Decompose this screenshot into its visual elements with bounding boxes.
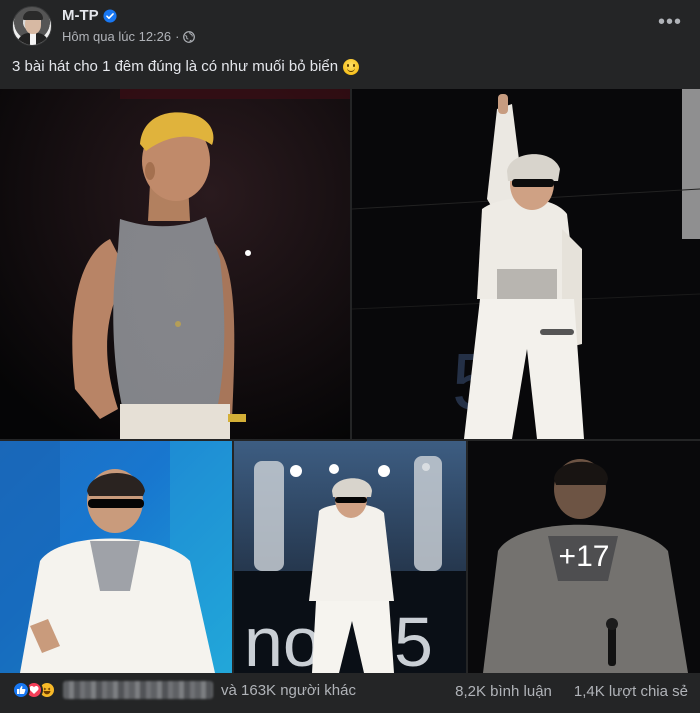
reactions-summary[interactable]: và 163K người khác (12, 681, 356, 699)
reactions-others-text[interactable]: và 163K người khác (221, 682, 356, 699)
shares-count-link[interactable]: 1,4K lượt chia sẻ (574, 683, 688, 700)
photo-2-image: 5 (352, 89, 700, 439)
more-photos-count: +17 (558, 540, 610, 573)
author-name[interactable]: M-TP (62, 7, 99, 24)
post-stats: 8,2K bình luận 1,4K lượt chia sẻ (455, 683, 688, 700)
caption-text: 3 bài hát cho 1 đêm đúng là có như muối … (12, 58, 339, 75)
photo-4[interactable]: no 5 (234, 441, 466, 673)
post-caption: 3 bài hát cho 1 đêm đúng là có như muối … (12, 58, 360, 75)
smiley-emoji-icon (343, 58, 360, 75)
photo-3-image (0, 441, 232, 673)
comments-count-link[interactable]: 8,2K bình luận (455, 683, 552, 700)
post-timestamp[interactable]: Hôm qua lúc 12:26 (62, 29, 171, 44)
post-header: M-TP Hôm qua lúc 12:26 · ••• (0, 0, 700, 54)
reactor-names-blurred (63, 681, 213, 699)
author-row: M-TP (62, 7, 117, 24)
author-avatar[interactable] (12, 6, 52, 46)
svg-text:no: no (244, 603, 322, 673)
meta-separator: · (175, 29, 180, 44)
verified-badge-icon (103, 8, 117, 23)
photo-2[interactable]: 5 (352, 89, 700, 439)
photo-1-image (0, 89, 350, 439)
photo-4-image: no 5 (234, 456, 466, 673)
post-meta: Hôm qua lúc 12:26 · (62, 29, 196, 44)
photo-5[interactable]: +17 (468, 441, 700, 673)
globe-icon[interactable] (183, 30, 196, 43)
more-photos-overlay[interactable]: +17 (468, 441, 700, 673)
photo-1[interactable] (0, 89, 350, 439)
like-reaction-icon (12, 681, 30, 699)
svg-text:5: 5 (394, 603, 433, 673)
photo-3[interactable] (0, 441, 232, 673)
more-options-button[interactable]: ••• (658, 10, 682, 34)
